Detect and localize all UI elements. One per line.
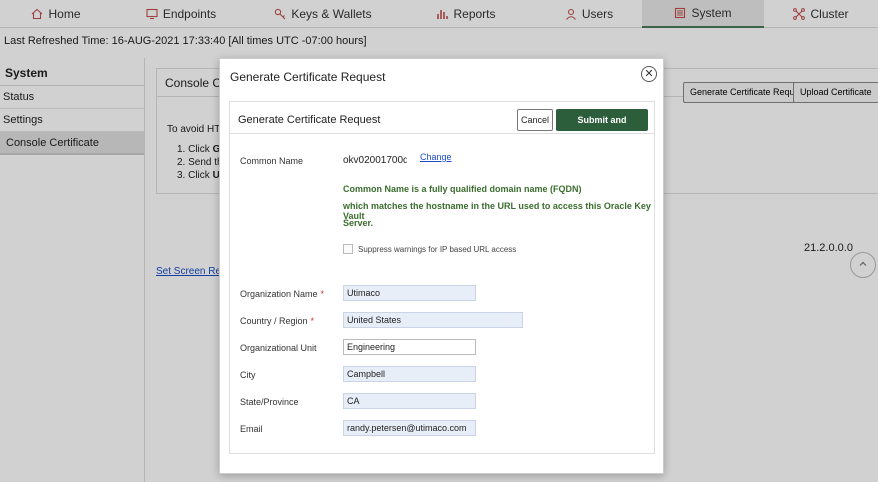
suppress-warnings-checkbox[interactable] (343, 244, 353, 254)
close-button[interactable]: ✕ (641, 66, 657, 82)
close-icon: ✕ (644, 67, 654, 80)
dialog-title: Generate Certificate Request (230, 70, 386, 84)
suppress-warnings-row: Suppress warnings for IP based URL acces… (343, 244, 516, 254)
city-label: City (240, 370, 256, 380)
certificate-request-form: Generate Certificate Request Cancel Subm… (229, 101, 655, 454)
organizational-unit-label: Organizational Unit (240, 343, 317, 353)
organization-name-label: Organization Name * (240, 289, 324, 299)
email-label: Email (240, 424, 263, 434)
required-marker: * (320, 289, 325, 299)
country-region-label-text: Country / Region (240, 316, 308, 326)
common-name-value: okv02001700d9e (343, 155, 407, 166)
state-province-label: State/Province (240, 397, 299, 407)
city-input[interactable]: Campbell (343, 366, 476, 382)
organization-name-input[interactable]: Utimaco (343, 285, 476, 301)
cancel-button[interactable]: Cancel (517, 109, 553, 131)
organizational-unit-input[interactable]: Engineering (343, 339, 476, 355)
fqdn-info-line-2: which matches the hostname in the URL us… (343, 201, 651, 221)
submit-and-download-button[interactable]: Submit and Download (556, 109, 648, 147)
change-link[interactable]: Change (420, 152, 452, 162)
country-region-select[interactable]: United States (343, 312, 523, 328)
form-header: Generate Certificate Request Cancel Subm… (230, 102, 654, 147)
state-province-input[interactable]: CA (343, 393, 476, 409)
country-region-label: Country / Region * (240, 316, 314, 326)
fqdn-info-line-3: Server. (343, 218, 374, 228)
email-input[interactable]: randy.petersen@utimaco.com (343, 420, 476, 436)
fqdn-info-line-1: Common Name is a fully qualified domain … (343, 184, 582, 194)
generate-certificate-request-dialog: Generate Certificate Request ✕ Generate … (219, 58, 664, 474)
common-name-label: Common Name (240, 156, 304, 166)
form-title: Generate Certificate Request (238, 114, 381, 126)
required-marker: * (310, 316, 315, 326)
suppress-warnings-label: Suppress warnings for IP based URL acces… (358, 244, 517, 254)
organization-name-label-text: Organization Name (240, 289, 318, 299)
